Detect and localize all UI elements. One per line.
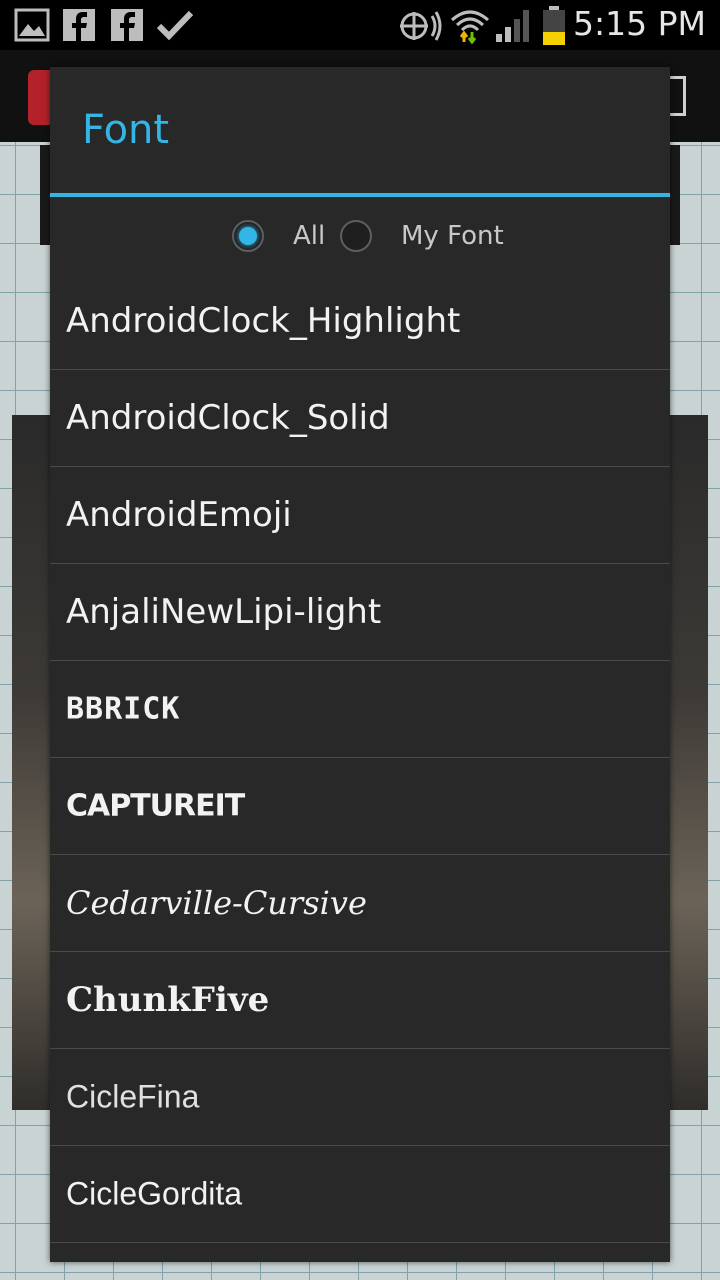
dialog-title: Font <box>82 107 170 153</box>
font-item-label: AndroidClock_Solid <box>66 398 390 438</box>
font-item-androidemoji[interactable]: AndroidEmoji <box>50 467 670 564</box>
font-list: AndroidClock_Highlight AndroidClock_Soli… <box>50 273 670 1243</box>
font-item-bbrick[interactable]: BBRICK <box>50 661 670 758</box>
gallery-icon <box>14 8 50 42</box>
radio-my-font[interactable] <box>340 220 372 252</box>
font-item-label: BBRICK <box>66 691 181 727</box>
radio-all[interactable] <box>232 220 264 252</box>
gps-icon <box>400 11 442 41</box>
check-icon <box>156 10 194 41</box>
status-bar: 5:15 PM <box>0 0 720 50</box>
font-item-anjalinewlipi-light[interactable]: AnjaliNewLipi-light <box>50 564 670 661</box>
wifi-icon <box>451 10 489 44</box>
radio-all-label[interactable]: All <box>293 221 325 251</box>
font-dialog: Font All My Font AndroidClock_Highlight … <box>50 67 670 1262</box>
font-item-label: CicleFina <box>66 1078 200 1115</box>
font-item-ciclegordita[interactable]: CicleGordita <box>50 1146 670 1243</box>
status-time: 5:15 PM <box>573 4 706 43</box>
font-item-label: AnjaliNewLipi-light <box>66 592 382 632</box>
title-divider <box>50 193 670 197</box>
font-item-label: CAPTUREIT <box>66 788 245 824</box>
signal-icon <box>496 10 529 42</box>
font-item-ciclefina[interactable]: CicleFina <box>50 1049 670 1146</box>
radio-my-font-label[interactable]: My Font <box>401 221 504 251</box>
font-item-label: ChunkFive <box>66 980 270 1020</box>
font-item-captureit[interactable]: CAPTUREIT <box>50 758 670 855</box>
font-item-label: CicleGordita <box>66 1175 243 1212</box>
font-item-chunkfive[interactable]: ChunkFive <box>50 952 670 1049</box>
font-item-cedarville-cursive[interactable]: Cedarville-Cursive <box>50 855 670 952</box>
facebook-icon <box>63 9 95 41</box>
font-item-label: AndroidClock_Highlight <box>66 301 461 341</box>
font-item-androidclock-solid[interactable]: AndroidClock_Solid <box>50 370 670 467</box>
battery-icon <box>543 6 565 45</box>
font-item-label: AndroidEmoji <box>66 495 292 535</box>
font-item-androidclock-highlight[interactable]: AndroidClock_Highlight <box>50 273 670 370</box>
font-filter-radio-group: All My Font <box>50 217 670 257</box>
facebook-icon <box>111 9 143 41</box>
font-item-label: Cedarville-Cursive <box>66 884 367 922</box>
